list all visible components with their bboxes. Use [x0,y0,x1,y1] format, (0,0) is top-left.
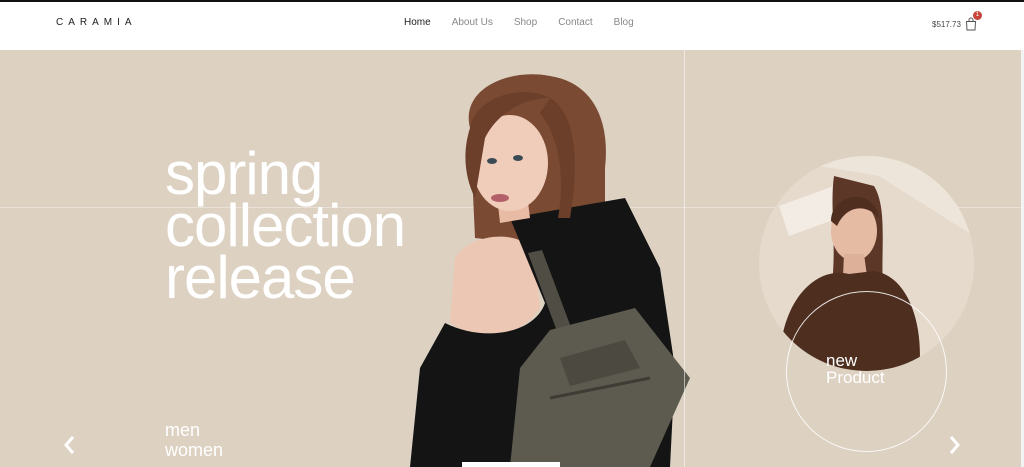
slider-indicator[interactable] [462,462,560,467]
category-men-link[interactable]: men [165,420,223,440]
nav-home[interactable]: Home [404,17,431,28]
nav-about-us[interactable]: About Us [452,17,493,28]
hero-model-image [410,74,690,467]
headline-line-3: release [165,244,356,311]
hero-headline: spring collection release [165,144,406,311]
new-product-label-line-2: Product [826,368,885,387]
new-product-label-line-1: new [826,351,858,370]
cart-count-badge: 1 [972,11,982,20]
chevron-right-icon[interactable] [945,434,963,456]
nav-shop[interactable]: Shop [514,17,537,28]
nav-blog[interactable]: Blog [614,17,634,28]
cart[interactable]: $517.73 1 [932,11,982,34]
new-product-label[interactable]: new Product [826,352,885,386]
category-women-link[interactable]: women [165,440,223,460]
shopping-bag-icon[interactable]: 1 [965,11,982,31]
brand-logo[interactable]: CARAMIA [56,17,137,28]
site-header: CARAMIA Home About Us Shop Contact Blog … [0,2,1024,50]
cart-total: $517.73 [932,19,961,29]
grid-line-vertical [684,50,685,467]
category-links: men women [165,420,223,460]
chevron-left-icon[interactable] [61,434,79,456]
hero-slider: spring collection release men women new … [0,50,1024,467]
nav-contact[interactable]: Contact [558,17,592,28]
main-nav: Home About Us Shop Contact Blog [404,17,655,28]
